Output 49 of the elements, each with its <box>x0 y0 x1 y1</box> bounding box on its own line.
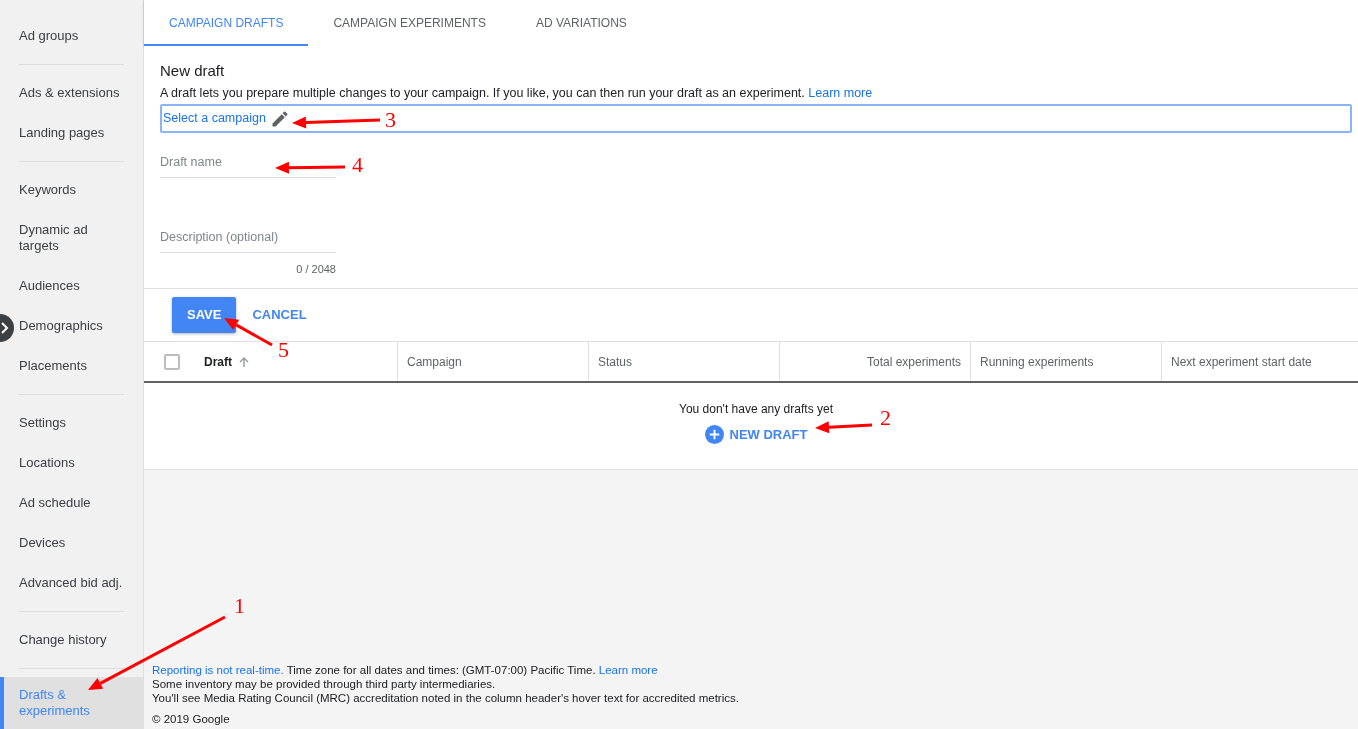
cancel-button[interactable]: CANCEL <box>244 297 315 333</box>
annotation-arrow <box>275 161 346 174</box>
sidebar-item[interactable]: Change history <box>14 620 143 660</box>
description-field[interactable]: Description (optional) <box>160 221 336 253</box>
character-counter: 0 / 2048 <box>296 263 336 275</box>
learn-more-link[interactable]: Learn more <box>808 86 873 100</box>
annotation-number: 2 <box>880 406 891 430</box>
sidebar-item[interactable]: Keywords <box>14 170 143 210</box>
column-header[interactable]: Next experiment start date <box>1171 352 1312 371</box>
tab[interactable]: AD VARIATIONS <box>510 0 652 46</box>
realtime-link[interactable]: Reporting is not real-time. <box>152 664 284 676</box>
column-header[interactable]: Campaign <box>407 352 462 371</box>
form-description: A draft lets you prepare multiple changes to your campaign. If you like, you can then run your draft as an experiment. Learn more <box>160 85 874 101</box>
sidebar-item[interactable]: Ad schedule <box>14 483 143 523</box>
sidebar-item[interactable]: Locations <box>14 443 143 483</box>
sidebar-item[interactable]: Audiences <box>14 266 143 306</box>
annotation-number: 1 <box>234 594 245 618</box>
column-header[interactable]: Status <box>598 352 633 371</box>
annotation-arrow <box>224 318 273 347</box>
annotation-arrow <box>815 421 873 434</box>
save-button[interactable]: SAVE <box>172 297 237 333</box>
chevron-right-icon <box>0 322 10 334</box>
annotation-number: 4 <box>352 153 363 177</box>
sidebar-item[interactable]: Dynamic ad targets <box>14 210 143 266</box>
sort-arrow-icon <box>238 355 250 368</box>
column-header[interactable]: Running experiments <box>980 352 1094 371</box>
footer-text: Some inventory may be provided through third party intermediaries. <box>152 677 497 691</box>
sidebar-item[interactable]: Settings <box>14 403 143 443</box>
footer-notice: Reporting is not real-time. Time zone for all dates and times: (GMT-07:00) Pacific Time. Learn more <box>152 663 659 677</box>
copyright: © 2019 Google <box>152 712 231 726</box>
sidebar-item[interactable]: Demographics <box>14 306 143 346</box>
sidebar-item[interactable]: Advanced bid adj. <box>14 563 143 603</box>
column-header[interactable]: Draft <box>204 352 232 371</box>
tab[interactable]: CAMPAIGN EXPERIMENTS <box>308 0 511 46</box>
sidebar-item[interactable]: Placements <box>14 346 143 386</box>
form-title: New draft <box>160 62 226 80</box>
plus-circle-icon <box>704 425 724 445</box>
annotation-number: 5 <box>278 338 289 362</box>
learn-more-link[interactable]: Learn more <box>598 664 658 676</box>
sidebar-item[interactable]: Landing pages <box>14 113 143 153</box>
empty-message: You don't have any drafts yet <box>679 401 833 418</box>
sidebar-item[interactable]: Ad groups <box>14 16 143 56</box>
select-all-checkbox[interactable] <box>164 353 180 370</box>
column-header[interactable]: Total experiments <box>866 352 961 371</box>
sidebar-item[interactable]: Ads & extensions <box>14 73 143 113</box>
annotation-number: 3 <box>385 108 396 132</box>
footer-text: You'll see Media Rating Council (MRC) accreditation noted in the column header's hover text for accredited metrics. <box>152 691 740 705</box>
new-draft-button[interactable]: NEW DRAFT <box>704 425 808 445</box>
sidebar-item[interactable]: Devices <box>14 523 143 563</box>
